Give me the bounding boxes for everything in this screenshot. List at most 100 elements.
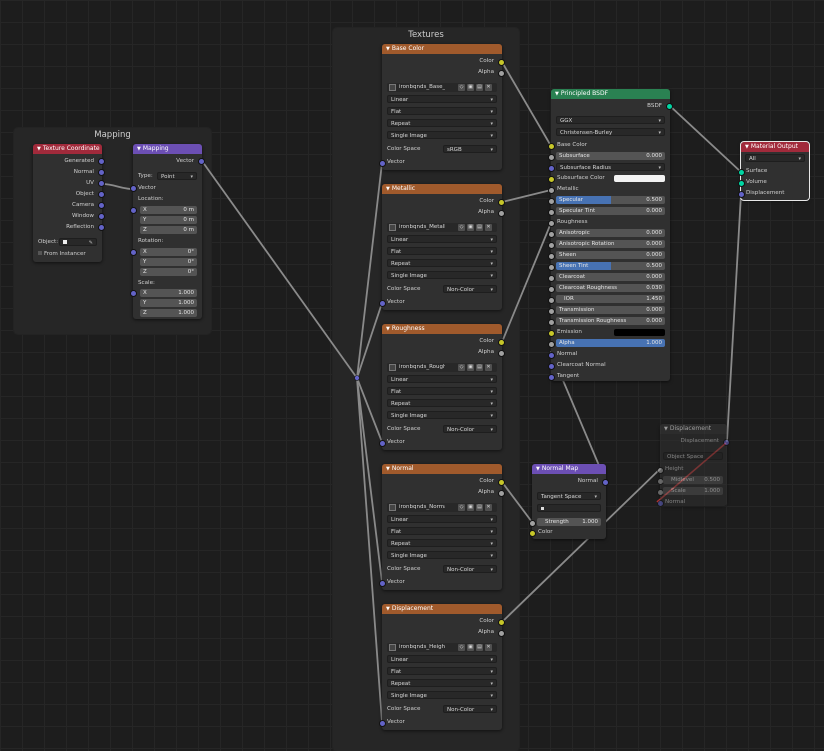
- projection-dropdown[interactable]: Flat ▾: [387, 667, 497, 675]
- image-selector[interactable]: ironbqnds_Metallic... ◇ ▣ ▤ ✕: [387, 223, 497, 232]
- socket-strength[interactable]: [529, 520, 536, 527]
- projection-dropdown[interactable]: Flat ▾: [387, 107, 497, 115]
- close-icon[interactable]: ✕: [485, 364, 492, 371]
- target-dropdown[interactable]: All ▾: [745, 154, 805, 162]
- duplicate-icon[interactable]: ▣: [467, 84, 474, 91]
- color-space-dropdown[interactable]: sRGB ▾: [443, 145, 497, 153]
- sheen-tint-slider[interactable]: Sheen Tint 0.500: [556, 262, 665, 270]
- alpha-slider[interactable]: Alpha 1.000: [556, 339, 665, 347]
- socket-roughness[interactable]: [548, 220, 555, 227]
- rotation-z-field[interactable]: Z 0°: [140, 268, 197, 276]
- scale-z-field[interactable]: Z 1.000: [140, 309, 197, 317]
- socket-alpha[interactable]: [498, 490, 505, 497]
- normal-map-header[interactable]: ▼ Normal Map: [532, 464, 606, 474]
- ior-field[interactable]: IOR 1.450: [556, 295, 665, 303]
- uv-map-field[interactable]: [537, 504, 601, 512]
- socket-alpha[interactable]: [498, 210, 505, 217]
- location-y-field[interactable]: Y0 m: [140, 216, 197, 224]
- socket-displacement-out[interactable]: [723, 439, 730, 446]
- socket-alpha[interactable]: [548, 341, 555, 348]
- socket-vector[interactable]: [379, 160, 386, 167]
- socket-displacement[interactable]: [738, 191, 745, 198]
- socket-color[interactable]: [498, 59, 505, 66]
- close-icon[interactable]: ✕: [485, 224, 492, 231]
- duplicate-icon[interactable]: ▣: [467, 504, 474, 511]
- socket-mapping-input[interactable]: [130, 185, 137, 192]
- extension-dropdown[interactable]: Repeat ▾: [387, 539, 497, 547]
- socket-color[interactable]: [498, 619, 505, 626]
- fake-user-icon[interactable]: ◇: [458, 84, 465, 91]
- socket-normal[interactable]: [548, 352, 555, 359]
- socket-clearcoat-roughness[interactable]: [548, 286, 555, 293]
- interpolation-dropdown[interactable]: Linear ▾: [387, 375, 497, 383]
- close-icon[interactable]: ✕: [485, 644, 492, 651]
- socket-subsurface-radius[interactable]: [548, 165, 555, 172]
- socket-alpha[interactable]: [498, 630, 505, 637]
- displacement-node[interactable]: ▼ Displacement Displacement Object Space …: [657, 424, 730, 507]
- socket-clearcoat[interactable]: [548, 275, 555, 282]
- interpolation-dropdown[interactable]: Linear ▾: [387, 95, 497, 103]
- socket-mapping-output[interactable]: [198, 158, 205, 165]
- socket-alpha[interactable]: [498, 350, 505, 357]
- socket-generated[interactable]: [98, 158, 105, 165]
- source-dropdown[interactable]: Single Image ▾: [387, 131, 497, 139]
- image-selector[interactable]: ironbqnds_Height... ◇ ▣ ▤ ✕: [387, 643, 497, 652]
- projection-dropdown[interactable]: Flat ▾: [387, 527, 497, 535]
- transmission-roughness-field[interactable]: Transmission Roughness 0.000: [556, 317, 665, 325]
- mapping-node[interactable]: ▼ Mapping Vector Type: Point ▾ Vector Loca…: [130, 144, 205, 319]
- subsurface-method-dropdown[interactable]: Christensen-Burley ▾: [556, 128, 665, 136]
- texture-coordinate-node[interactable]: ▼ Texture Coordinate Generated Normal UV …: [33, 144, 105, 262]
- socket-rotation[interactable]: [130, 249, 137, 256]
- source-dropdown[interactable]: Single Image ▾: [387, 411, 497, 419]
- clearcoat-field[interactable]: Clearcoat 0.000: [556, 273, 665, 281]
- material-output-header[interactable]: ▼ Material Output: [741, 142, 809, 152]
- scale-field[interactable]: Scale 1.000: [663, 487, 723, 495]
- anisotropic-field[interactable]: Anisotropic 0.000: [556, 229, 665, 237]
- extension-dropdown[interactable]: Repeat ▾: [387, 259, 497, 267]
- image-texture-header[interactable]: ▼ Displacement: [382, 604, 502, 614]
- duplicate-icon[interactable]: ▣: [467, 224, 474, 231]
- distribution-dropdown[interactable]: GGX ▾: [556, 116, 665, 124]
- color-space-dropdown[interactable]: Non-Color ▾: [443, 705, 497, 713]
- fake-user-icon[interactable]: ◇: [458, 224, 465, 231]
- rotation-x-field[interactable]: X 0°: [140, 248, 197, 256]
- color-space-dropdown[interactable]: Non-Color ▾: [443, 565, 497, 573]
- displacement-space-dropdown[interactable]: Object Space: [663, 452, 723, 460]
- socket-color[interactable]: [498, 479, 505, 486]
- image-texture-header[interactable]: ▼ Roughness: [382, 324, 502, 334]
- socket-camera[interactable]: [98, 202, 105, 209]
- location-x-field[interactable]: X0 m: [140, 206, 197, 214]
- socket-scale[interactable]: [130, 290, 137, 297]
- image-selector[interactable]: ironbqnds_Base_... ◇ ▣ ▤ ✕: [387, 83, 497, 92]
- folder-icon[interactable]: ▤: [476, 364, 483, 371]
- folder-icon[interactable]: ▤: [476, 224, 483, 231]
- image-texture-header[interactable]: ▼ Normal: [382, 464, 502, 474]
- material-output-node[interactable]: ▼ Material Output All ▾ Surface Volume Dis…: [738, 141, 810, 201]
- socket-bsdf[interactable]: [666, 103, 673, 110]
- midlevel-field[interactable]: Midlevel 0.500: [663, 476, 723, 484]
- emission-color-swatch[interactable]: [614, 329, 665, 336]
- socket-vector[interactable]: [379, 300, 386, 307]
- object-picker[interactable]: ✎: [59, 238, 97, 246]
- image-selector[interactable]: ironbqnds_Normal... ◇ ▣ ▤ ✕: [387, 503, 497, 512]
- socket-emission[interactable]: [548, 330, 555, 337]
- socket-specular[interactable]: [548, 198, 555, 205]
- socket-surface[interactable]: [738, 169, 745, 176]
- socket-height[interactable]: [657, 467, 664, 474]
- fake-user-icon[interactable]: ◇: [458, 644, 465, 651]
- socket-normal-out[interactable]: [602, 479, 609, 486]
- socket-normal[interactable]: [98, 169, 105, 176]
- normal-map-node[interactable]: ▼ Normal Map Normal Tangent Space ▾ Streng…: [529, 464, 609, 539]
- extension-dropdown[interactable]: Repeat ▾: [387, 399, 497, 407]
- socket-transmission-roughness[interactable]: [548, 319, 555, 326]
- socket-subsurface[interactable]: [548, 154, 555, 161]
- socket-transmission[interactable]: [548, 308, 555, 315]
- principled-bsdf-node[interactable]: ▼ Principled BSDF BSDF GGX ▾ Christensen-B…: [548, 89, 673, 381]
- image-texture-node-metallic[interactable]: ▼Metallic Color Alpha ironbqnds_Metallic…: [379, 184, 505, 310]
- duplicate-icon[interactable]: ▣: [467, 644, 474, 651]
- socket-subsurface-color[interactable]: [548, 176, 555, 183]
- socket-color-in[interactable]: [529, 530, 536, 537]
- scale-x-field[interactable]: X 1.000: [140, 289, 197, 297]
- fake-user-icon[interactable]: ◇: [458, 364, 465, 371]
- image-texture-header[interactable]: ▼ Metallic: [382, 184, 502, 194]
